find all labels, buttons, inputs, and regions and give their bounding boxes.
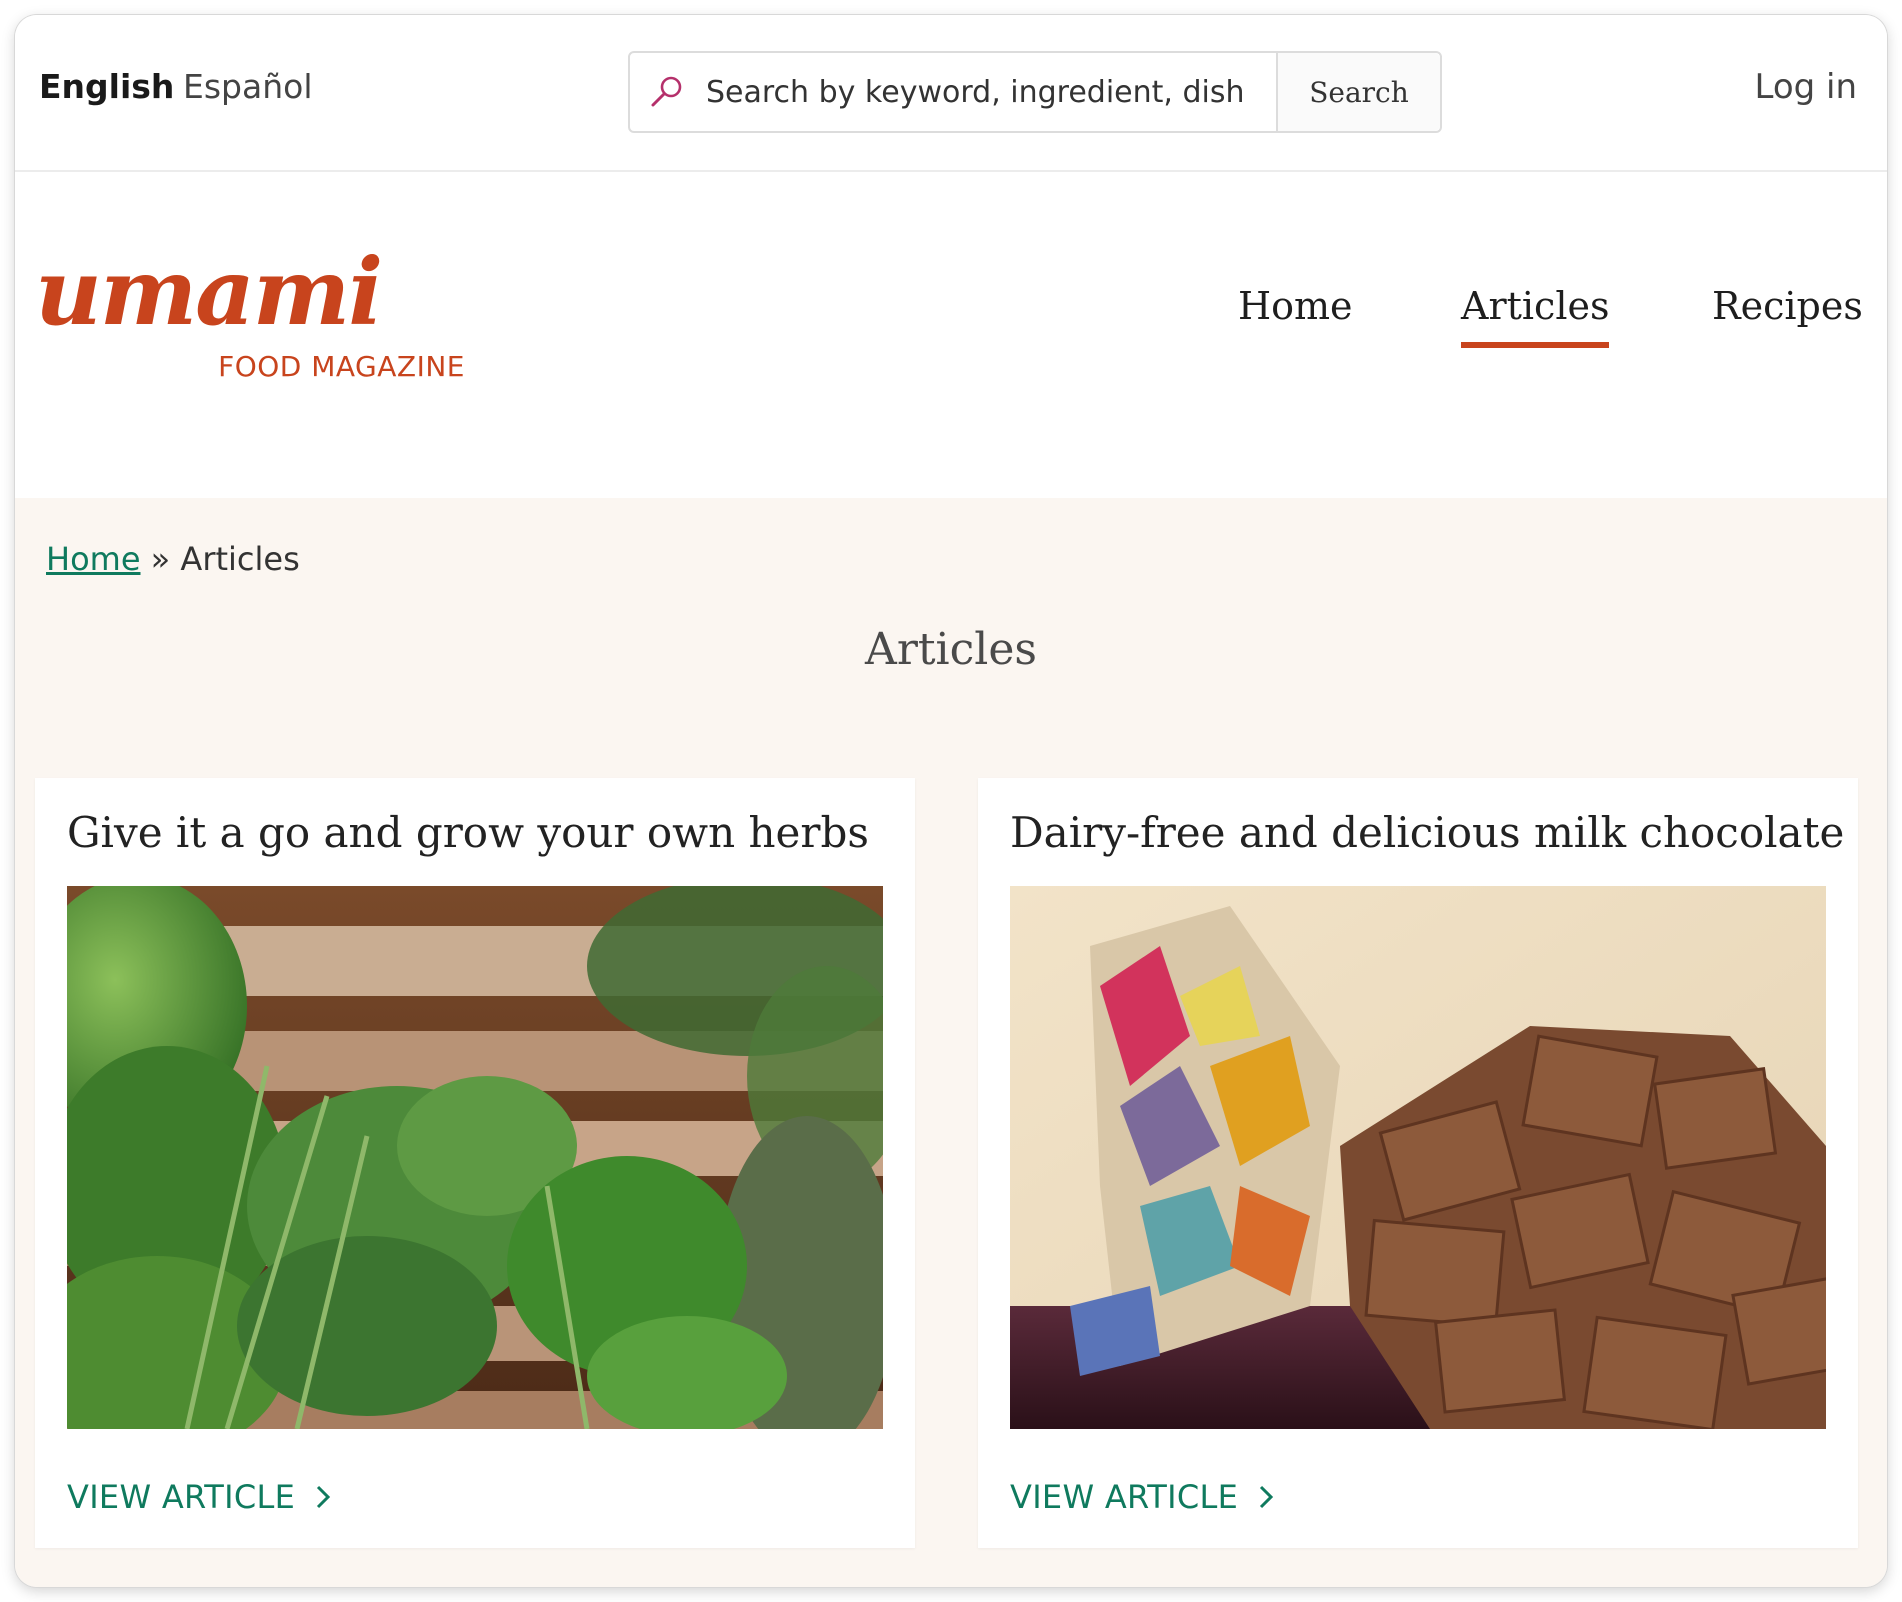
- view-article-link[interactable]: VIEW ARTICLE: [67, 1478, 333, 1516]
- language-espanol[interactable]: Español: [183, 67, 313, 106]
- nav-home[interactable]: Home: [1238, 284, 1353, 328]
- article-title[interactable]: Give it a go and grow your own herbs: [67, 808, 869, 857]
- site-header: umami FOOD MAGAZINE Home Articles Recipe…: [15, 172, 1887, 498]
- login-link[interactable]: Log in: [1754, 67, 1857, 107]
- page-title: Articles: [865, 624, 1037, 675]
- herbs-image[interactable]: [67, 886, 883, 1429]
- view-article-label: VIEW ARTICLE: [1010, 1478, 1239, 1516]
- chevron-right-icon: [1260, 1485, 1274, 1509]
- breadcrumb-separator: »: [150, 540, 171, 578]
- view-article-link[interactable]: VIEW ARTICLE: [1010, 1478, 1276, 1516]
- breadcrumb: Home » Articles: [46, 540, 300, 578]
- nav-articles[interactable]: Articles: [1461, 284, 1610, 348]
- article-card: Dairy-free and delicious milk chocolate: [978, 778, 1858, 1548]
- view-article-label: VIEW ARTICLE: [67, 1478, 296, 1516]
- search-icon: [651, 76, 682, 107]
- chevron-right-icon: [317, 1485, 331, 1509]
- search-form: Search: [628, 51, 1442, 133]
- logo[interactable]: umami FOOD MAGAZINE: [35, 238, 465, 383]
- search-input[interactable]: [704, 73, 1276, 111]
- article-card: Give it a go and grow your own herbs VIE…: [35, 778, 915, 1548]
- search-button[interactable]: Search: [1276, 53, 1440, 131]
- logo-subtitle: FOOD MAGAZINE: [218, 350, 465, 383]
- breadcrumb-current: Articles: [180, 540, 300, 578]
- main-content: Home » Articles Articles Give it a go an…: [15, 498, 1887, 1587]
- logo-wordmark: umami: [35, 238, 383, 346]
- browser-window: English Español Search Log in umami FOOD…: [15, 15, 1887, 1587]
- chocolate-image[interactable]: [1010, 886, 1826, 1429]
- article-title[interactable]: Dairy-free and delicious milk chocolate: [1010, 808, 1844, 857]
- breadcrumb-home-link[interactable]: Home: [46, 540, 141, 578]
- search-field: [630, 53, 1276, 131]
- nav-recipes[interactable]: Recipes: [1712, 284, 1863, 328]
- language-english[interactable]: English: [39, 67, 174, 106]
- top-bar: English Español Search Log in: [15, 15, 1887, 172]
